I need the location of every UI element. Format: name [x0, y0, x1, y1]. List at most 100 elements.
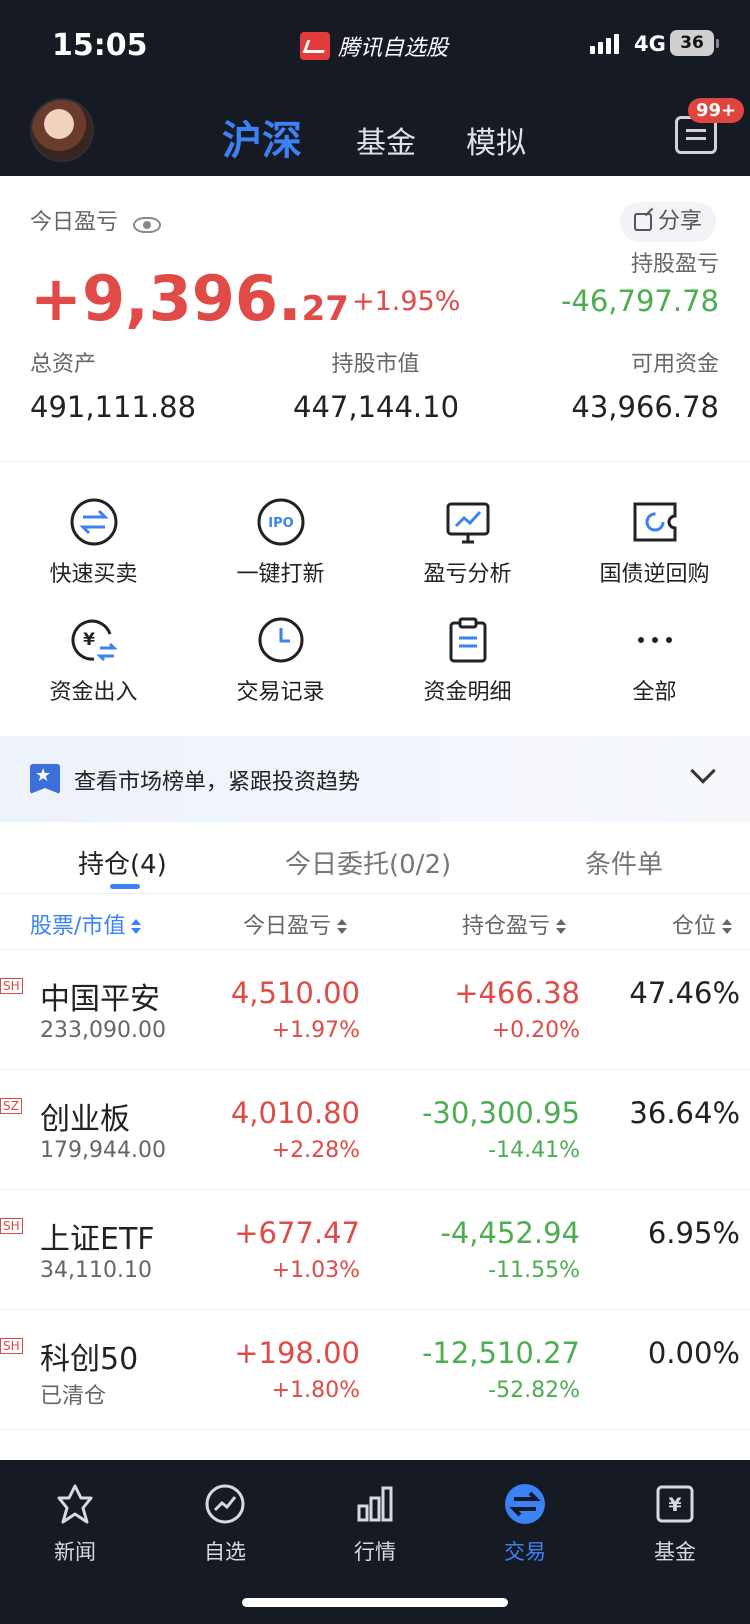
tab-fund[interactable]: 基金: [356, 118, 416, 162]
stock-name: 中国平安: [40, 982, 160, 1017]
stock-name: 上证ETF: [40, 1222, 155, 1257]
hold-pnl: -30,300.95: [421, 1096, 580, 1130]
fund-transfer-label: 资金出入: [49, 680, 138, 705]
position-weight: 6.95%: [647, 1216, 740, 1250]
bottom-tab-market[interactable]: 行情: [300, 1482, 450, 1566]
header-weight: 仓位: [672, 914, 717, 939]
status-time: 15:05: [52, 28, 148, 63]
stock-name: 科创50: [40, 1342, 139, 1377]
stock-market-value: 34,110.10: [40, 1258, 152, 1283]
quick-actions: 快速买卖 IPO 一键打新 盈亏分析 国债逆回购 ¥ 资金出入 交易记录 资金明…: [0, 462, 750, 736]
available-value: 43,966.78: [571, 390, 719, 424]
ipo-subscribe-button[interactable]: IPO 一键打新: [187, 498, 374, 588]
bar-chart-icon: [357, 1486, 393, 1522]
stock-market-value: 已清仓: [40, 1384, 107, 1409]
header-weight-sort[interactable]: 仓位: [672, 908, 733, 940]
today-pnl-pct: +1.80%: [271, 1378, 360, 1403]
swap-icon: [70, 498, 117, 546]
battery-icon: 36: [670, 30, 719, 56]
eye-icon[interactable]: [133, 216, 162, 233]
tab-conditional-orders[interactable]: 条件单: [585, 844, 663, 881]
stock-name: 创业板: [40, 1102, 130, 1137]
sort-icon: [131, 919, 142, 935]
table-row[interactable]: SZ 创业板 179,944.00 4,010.80 +2.28% -30,30…: [0, 1070, 750, 1190]
bottom-tab-news[interactable]: 新闻: [0, 1482, 150, 1566]
holding-pnl-label: 持股盈亏: [630, 252, 719, 277]
fund-transfer-button[interactable]: ¥ 资金出入: [0, 616, 187, 706]
table-row[interactable]: SH 中国平安 233,090.00 4,510.00 +1.97% +466.…: [0, 950, 750, 1070]
today-pnl: 4,010.80: [230, 1096, 360, 1130]
share-button[interactable]: 分享: [620, 202, 717, 242]
market-value-label: 持股市值: [331, 352, 420, 377]
today-pnl: 4,510.00: [230, 976, 360, 1010]
header-today-pnl: 今日盈亏: [243, 914, 332, 939]
today-pnl-label: 今日盈亏: [30, 210, 119, 235]
table-row[interactable]: SH 上证ETF 34,110.10 +677.47 +1.03% -4,452…: [0, 1190, 750, 1310]
tab-hushen[interactable]: 沪深: [222, 108, 302, 166]
signal-icon: [590, 34, 619, 54]
app-name-text: 腾讯自选股: [338, 36, 449, 61]
avatar[interactable]: [30, 98, 94, 162]
news-icon: [57, 1484, 93, 1524]
share-icon: [634, 213, 652, 231]
bottom-tab-bar: 新闻 自选 行情 交易 ¥ 基金: [0, 1460, 750, 1624]
bottom-tab-label: 基金: [654, 1540, 696, 1564]
stock-market-value: 233,090.00: [40, 1018, 166, 1043]
today-pnl-pct: +2.28%: [271, 1138, 360, 1163]
tab-holdings[interactable]: 持仓(4): [78, 844, 167, 881]
hold-pnl: -12,510.27: [421, 1336, 580, 1370]
hold-pnl-pct: -11.55%: [488, 1258, 580, 1283]
bottom-tab-label: 交易: [504, 1540, 546, 1564]
bond-repo-button[interactable]: 国债逆回购: [561, 498, 748, 588]
market-tag: SZ: [0, 1098, 22, 1114]
more-icon: [637, 637, 672, 643]
trade-records-button[interactable]: 交易记录: [187, 616, 374, 706]
svg-text:IPO: IPO: [268, 516, 293, 531]
positions-table-header: 股票/市值 今日盈亏 持仓盈亏 仓位: [0, 894, 750, 950]
bottom-tab-fund[interactable]: ¥ 基金: [600, 1482, 750, 1566]
header-today-sort[interactable]: 今日盈亏: [243, 908, 348, 940]
today-pnl-int: +9,396.: [30, 262, 302, 335]
bottom-tab-label: 自选: [204, 1540, 246, 1564]
position-tabs: 持仓(4) 今日委托(0/2) 条件单: [0, 822, 750, 894]
quick-buy-sell-button[interactable]: 快速买卖: [0, 498, 187, 588]
quick-buy-sell-label: 快速买卖: [49, 562, 138, 587]
tab-today-orders[interactable]: 今日委托(0/2): [285, 844, 451, 881]
available-funds: 可用资金 43,966.78: [571, 346, 719, 424]
header-hold-sort[interactable]: 持仓盈亏: [462, 908, 567, 940]
tab-simulation[interactable]: 模拟: [466, 118, 526, 162]
app-title: 腾讯自选股: [300, 30, 448, 62]
all-actions-button[interactable]: 全部: [561, 616, 748, 706]
bookmark-star-icon: [30, 764, 60, 794]
status-bar: 15:05 腾讯自选股 4G 36: [0, 0, 750, 90]
bond-repo-label: 国债逆回购: [599, 562, 710, 587]
bottom-tab-label: 行情: [354, 1540, 396, 1564]
trade-swap-icon: [505, 1484, 545, 1524]
refresh-ticket-icon: [633, 502, 676, 542]
pnl-analysis-button[interactable]: 盈亏分析: [374, 498, 561, 588]
market-ranking-banner[interactable]: 查看市场榜单，紧跟投资趋势: [0, 736, 750, 822]
account-summary: 今日盈亏 分享 +9,396.27 +1.95% 持股盈亏 -46,797.78…: [0, 176, 750, 462]
market-tag: SH: [0, 978, 23, 994]
position-weight: 0.00%: [647, 1336, 740, 1370]
bottom-tab-label: 新闻: [54, 1540, 96, 1564]
trade-records-label: 交易记录: [236, 680, 325, 705]
ipo-icon: IPO: [257, 498, 304, 546]
bottom-tab-watchlist[interactable]: 自选: [150, 1482, 300, 1566]
top-navigation: 沪深 基金 模拟 99+: [0, 90, 750, 176]
all-actions-label: 全部: [632, 680, 677, 705]
share-label: 分享: [658, 209, 703, 234]
chevron-down-icon[interactable]: [690, 758, 716, 784]
header-stock: 股票/市值: [30, 914, 126, 939]
today-pnl-pct: +1.97%: [271, 1018, 360, 1043]
total-assets: 总资产 491,111.88: [30, 346, 196, 424]
bottom-tab-trade[interactable]: 交易: [450, 1482, 600, 1566]
home-indicator: [242, 1598, 508, 1607]
fund-details-button[interactable]: 资金明细: [374, 616, 561, 706]
header-stock-sort[interactable]: 股票/市值: [30, 908, 142, 940]
today-pnl: +677.47: [234, 1216, 360, 1250]
table-row[interactable]: SH 科创50 已清仓 +198.00 +1.80% -12,510.27 -5…: [0, 1310, 750, 1430]
today-pnl-percent: +1.95%: [352, 286, 461, 317]
pnl-analysis-label: 盈亏分析: [423, 562, 512, 587]
hold-pnl-pct: -14.41%: [488, 1138, 580, 1163]
